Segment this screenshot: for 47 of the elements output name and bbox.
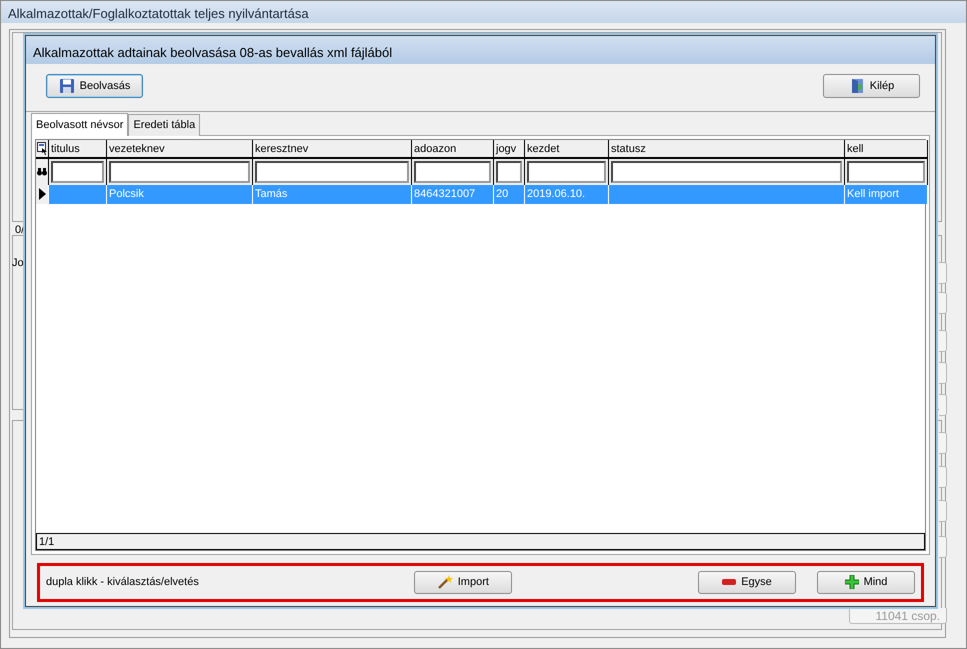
- column-header[interactable]: keresztnev: [253, 140, 412, 158]
- table-cell: Kell import: [845, 184, 928, 204]
- table-cell: 8464321007: [412, 184, 494, 204]
- panel-label: Jo: [12, 256, 24, 271]
- button[interactable]: [939, 536, 947, 558]
- filter-field[interactable]: [496, 160, 522, 182]
- filter-field[interactable]: [51, 160, 104, 182]
- button[interactable]: [939, 432, 947, 454]
- tab[interactable]: Eredeti tábla: [128, 114, 200, 136]
- column-header[interactable]: kell: [845, 140, 928, 158]
- button[interactable]: [939, 362, 947, 384]
- filter-field[interactable]: [255, 160, 409, 182]
- table-cell: Tamás: [253, 184, 412, 204]
- row-pointer-icon: [38, 188, 46, 200]
- plus-icon: [844, 575, 859, 589]
- button[interactable]: [939, 262, 947, 284]
- minus-icon: [722, 579, 736, 585]
- table-cell: 2019.06.10.: [525, 184, 609, 204]
- button[interactable]: [939, 394, 947, 416]
- filter-field[interactable]: [109, 160, 250, 182]
- button[interactable]: Kilép: [823, 74, 920, 98]
- magic-wand-icon: [436, 574, 453, 590]
- table-cell: 20: [494, 184, 525, 204]
- button[interactable]: Mind: [817, 570, 915, 594]
- button[interactable]: [939, 292, 947, 314]
- column-header[interactable]: titulus: [49, 140, 107, 158]
- column-header[interactable]: vezeteknev: [107, 140, 253, 158]
- record-counter: 1/1: [36, 532, 925, 550]
- button[interactable]: Import: [414, 570, 512, 594]
- table-cell: Polcsik: [107, 184, 253, 204]
- tab[interactable]: Beolvasott névsor: [31, 113, 128, 136]
- button[interactable]: Beolvasás: [46, 74, 143, 98]
- hint-text: dupla klikk - kiválasztás/elvetés: [46, 574, 199, 590]
- window-title: Alkalmazottak/Foglalkoztatottak teljes nyilvántartása: [1, 1, 966, 23]
- column-header[interactable]: kezdet: [525, 140, 609, 158]
- button[interactable]: Egyse: [698, 570, 796, 594]
- column-header[interactable]: jogv: [494, 140, 525, 158]
- column-header[interactable]: statusz: [609, 140, 845, 158]
- dialog-title: Alkalmazottak adtainak beolvasása 08-as bevallás xml fájlából: [26, 36, 935, 64]
- filter-field[interactable]: [611, 160, 842, 182]
- filter-field[interactable]: [414, 160, 491, 182]
- button[interactable]: [939, 466, 947, 488]
- button[interactable]: [939, 500, 947, 522]
- column-header[interactable]: adoazon: [412, 140, 494, 158]
- button[interactable]: [939, 330, 947, 352]
- filter-field[interactable]: [847, 160, 925, 182]
- filter-field[interactable]: [527, 160, 606, 182]
